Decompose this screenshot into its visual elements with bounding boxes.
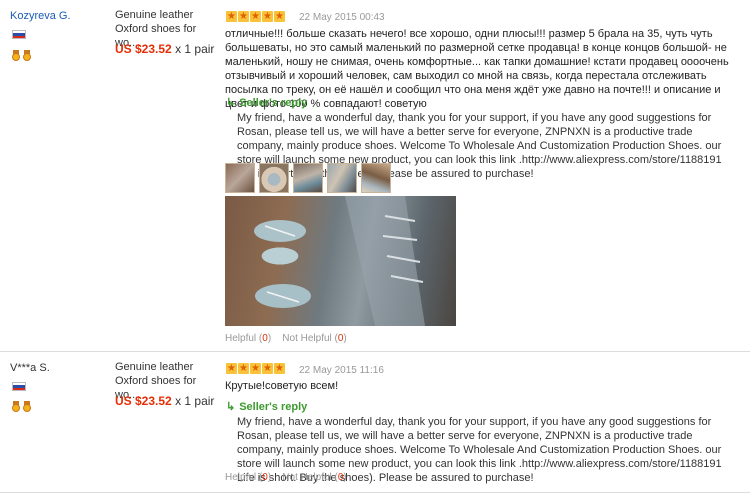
review-photo-thumbnail[interactable] <box>225 163 255 193</box>
star-icon: ★ <box>262 362 273 374</box>
star-icon: ★ <box>274 362 285 374</box>
star-icon: ★ <box>274 10 285 22</box>
photo-detail <box>254 196 425 326</box>
review-2: V***a S. Genuine leather Oxford shoes fo… <box>0 352 750 495</box>
not-helpful-link[interactable]: Not Helpful (0) <box>282 472 346 483</box>
buyer-level-medals <box>12 401 31 412</box>
russia-flag-icon <box>12 382 26 391</box>
medal-icon <box>23 401 31 412</box>
star-icon: ★ <box>226 10 237 22</box>
reply-arrow-icon: ↳ <box>226 97 236 109</box>
review-divider <box>0 492 750 493</box>
review-thumbnails <box>225 163 391 193</box>
review-photo-large[interactable] <box>225 196 456 326</box>
review-photo-thumbnail[interactable] <box>293 163 323 193</box>
star-icon: ★ <box>238 10 249 22</box>
rating-stars: ★ ★ ★ ★ ★ <box>226 363 285 374</box>
buyer-level-medals <box>12 50 31 61</box>
seller-reply-label: Seller's reply <box>239 97 308 109</box>
medal-icon <box>12 401 20 412</box>
review-date: 22 May 2015 11:16 <box>299 365 384 376</box>
helpful-link[interactable]: Helpful (0) <box>225 333 271 344</box>
review-photo-thumbnail[interactable] <box>259 163 289 193</box>
star-icon: ★ <box>262 10 273 22</box>
order-price: US $23.52 x 1 pair <box>115 42 214 56</box>
review-photo-thumbnail[interactable] <box>361 163 391 193</box>
feedback-text: Крутые!советую всем! <box>225 380 339 392</box>
price-amount: US $23.52 <box>115 394 172 408</box>
not-helpful-link[interactable]: Not Helpful (0) <box>282 333 346 344</box>
price-amount: US $23.52 <box>115 42 172 56</box>
star-icon: ★ <box>226 362 237 374</box>
helpful-votes: Helpful (0) Not Helpful (0) <box>225 333 347 344</box>
buyer-name[interactable]: Kozyreva G. <box>10 10 71 22</box>
russia-flag-icon <box>12 30 26 39</box>
rating-stars: ★ ★ ★ ★ ★ <box>226 11 285 22</box>
medal-icon <box>23 50 31 61</box>
star-icon: ★ <box>250 362 261 374</box>
seller-reply-header: ↳ Seller's reply <box>226 96 307 109</box>
review-1: Kozyreva G. Genuine leather Oxford shoes… <box>0 0 750 345</box>
star-icon: ★ <box>238 362 249 374</box>
seller-reply-label: Seller's reply <box>239 401 308 413</box>
seller-reply-header: ↳ Seller's reply <box>226 400 307 413</box>
medal-icon <box>12 50 20 61</box>
buyer-name: V***a S. <box>10 362 50 374</box>
order-quantity: x 1 pair <box>175 394 215 408</box>
helpful-link[interactable]: Helpful (0) <box>225 472 271 483</box>
star-icon: ★ <box>250 10 261 22</box>
reply-arrow-icon: ↳ <box>226 401 236 413</box>
order-quantity: x 1 pair <box>175 42 215 56</box>
review-date: 22 May 2015 00:43 <box>299 12 385 23</box>
review-photo-thumbnail[interactable] <box>327 163 357 193</box>
helpful-votes: Helpful (0) Not Helpful (0) <box>225 472 347 483</box>
order-price: US $23.52 x 1 pair <box>115 394 214 408</box>
